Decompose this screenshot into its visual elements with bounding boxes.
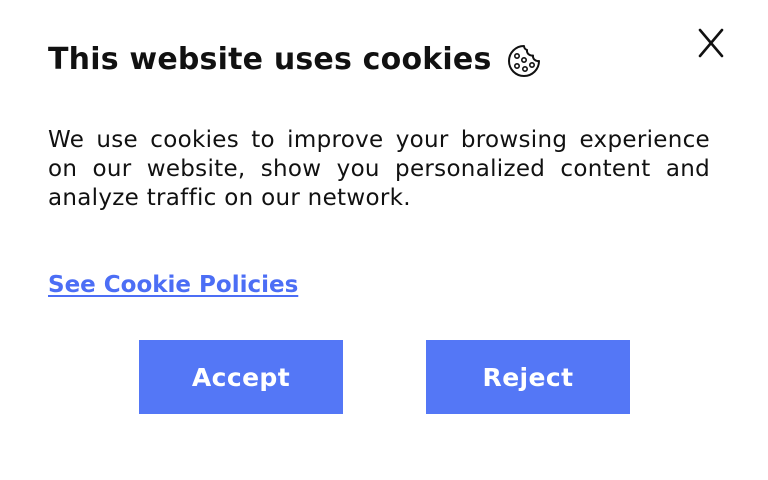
close-x-icon: [698, 28, 724, 58]
cookie-policies-link[interactable]: See Cookie Policies: [48, 268, 298, 302]
reject-button[interactable]: Reject: [426, 340, 630, 414]
cookie-consent-dialog: This website uses cookies We use cookies…: [0, 0, 768, 480]
dialog-title: This website uses cookies: [48, 42, 492, 77]
accept-button[interactable]: Accept: [139, 340, 343, 414]
dialog-message: We use cookies to improve your browsing …: [48, 127, 710, 211]
close-button[interactable]: [694, 26, 728, 60]
cookie-icon: [507, 45, 540, 77]
title-row: This website uses cookies: [48, 38, 542, 82]
